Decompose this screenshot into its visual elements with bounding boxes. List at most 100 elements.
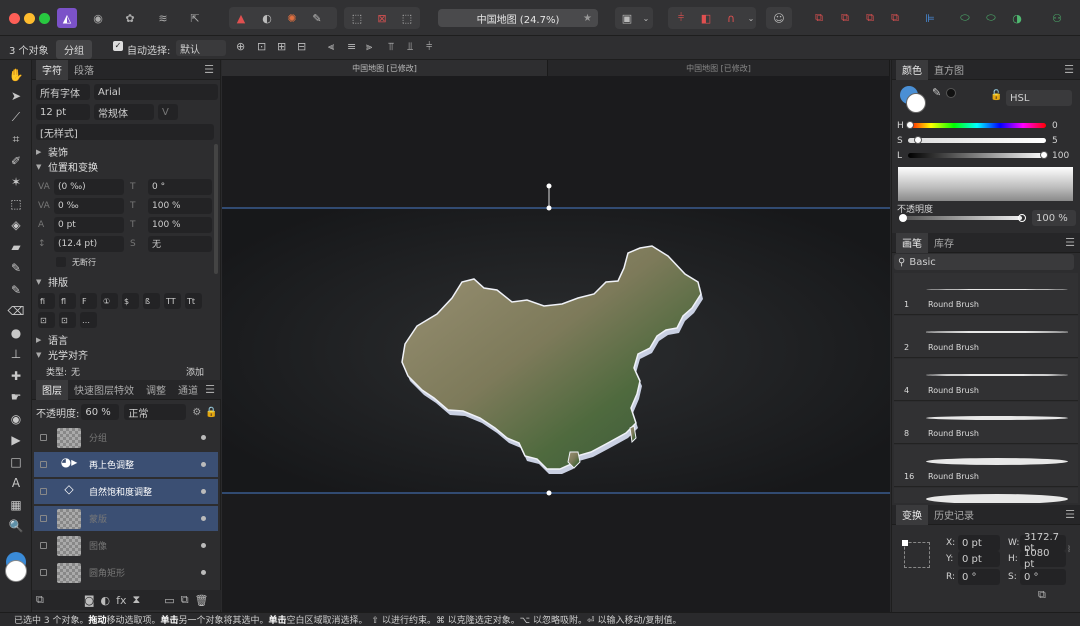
vertical-scale-field[interactable]: 100 % xyxy=(148,216,212,233)
auto-select-dropdown[interactable]: 默认 xyxy=(176,40,226,56)
transform-options-icon[interactable]: ⧉ xyxy=(1038,588,1046,602)
typo-more-button[interactable]: … xyxy=(80,312,97,328)
minimize-window-button[interactable] xyxy=(24,13,35,24)
alignment-icon[interactable]: ⊫ xyxy=(920,8,940,28)
auto-select-checkbox[interactable]: ✓ xyxy=(113,41,123,51)
baseline-field[interactable]: 0 pt xyxy=(54,216,124,233)
color-opacity-knob[interactable] xyxy=(1018,214,1026,222)
brush-item[interactable]: 8 Round Brush xyxy=(894,402,1078,444)
document-title[interactable]: 中国地图 (24.7%) ★ xyxy=(438,9,598,27)
boolean-subtract-icon[interactable]: ⬭ xyxy=(981,8,1001,28)
leading-field[interactable]: (12.4 pt) xyxy=(54,235,124,252)
typo-button-eszett[interactable]: ß xyxy=(143,293,160,309)
tab-layers[interactable]: 图层 xyxy=(36,379,68,400)
typo-button-f[interactable]: F xyxy=(80,293,97,309)
brush-category-dropdown[interactable]: ⚲ Basic xyxy=(894,254,1074,270)
layer-settings-icon[interactable]: ⧉ xyxy=(36,593,44,607)
hue-slider-knob[interactable] xyxy=(906,121,914,129)
tab-channels[interactable]: 通道 xyxy=(172,380,204,400)
tab-paragraph[interactable]: 段落 xyxy=(68,60,100,80)
color-picker-tool-icon[interactable]: ⟋ xyxy=(0,107,32,129)
layer-opacity-field[interactable]: 60 % xyxy=(81,404,120,420)
transform-origin-icon[interactable]: ⊕ xyxy=(236,40,245,53)
section-language[interactable]: ▶ 语言 xyxy=(32,332,210,348)
shear-field[interactable]: 0 ° xyxy=(1020,569,1066,585)
layer-visibility-checkbox[interactable] xyxy=(40,542,47,549)
tab-quick-fx[interactable]: 快速图层特效 xyxy=(68,380,140,400)
rectangle-tool-icon[interactable]: □ xyxy=(0,451,32,473)
top-resize-handle[interactable] xyxy=(546,205,552,211)
duplicate-layer-icon[interactable]: ⧉ xyxy=(181,593,189,607)
arrange-back-icon[interactable]: ⧉ xyxy=(809,8,829,28)
anchor-point-selector[interactable] xyxy=(902,540,930,568)
lock-icon[interactable]: 🔓 xyxy=(990,90,1002,101)
marquee-icon[interactable]: ⬚ xyxy=(347,8,367,28)
document-tab-active[interactable]: 中国地图 [已修改] xyxy=(222,60,548,76)
color-wheel-icon[interactable]: ✺ xyxy=(282,8,302,28)
layer-visibility-dot[interactable] xyxy=(201,462,206,467)
section-optical-align[interactable]: ▼ 光学对齐 xyxy=(32,347,210,363)
align-icon[interactable]: ⫩ xyxy=(671,8,691,28)
marquee-tool-icon[interactable]: ⬚ xyxy=(0,193,32,215)
blend-mode-dropdown[interactable]: 正常 xyxy=(124,404,187,420)
saturation-value[interactable]: 5 xyxy=(1052,136,1058,146)
canvas-area[interactable]: 中国地图 [已修改] 中国地图 [已修改] xyxy=(222,60,890,612)
layer-visibility-dot[interactable] xyxy=(201,435,206,440)
color-opacity-slider[interactable] xyxy=(904,216,1022,220)
mesh-tool-icon[interactable]: ▦ xyxy=(0,494,32,516)
contrast-icon[interactable]: ◐ xyxy=(257,8,277,28)
panel-menu-icon[interactable]: ☰ xyxy=(204,63,214,76)
deselect-icon[interactable]: ⊠ xyxy=(372,8,392,28)
layer-visibility-dot[interactable] xyxy=(201,570,206,575)
arrange-front-icon[interactable]: ⧉ xyxy=(885,8,905,28)
boolean-add-icon[interactable]: ⬭ xyxy=(955,8,975,28)
hue-value[interactable]: 0 xyxy=(1052,121,1058,131)
rotation-handle[interactable] xyxy=(546,183,552,189)
magic-wand-tool-icon[interactable]: ✶ xyxy=(0,172,32,194)
paint-brush-tool-icon[interactable]: ✎ xyxy=(0,258,32,280)
tab-history[interactable]: 历史记录 xyxy=(928,505,980,525)
text-tool-icon[interactable]: A xyxy=(0,473,32,495)
red-eye-tool-icon[interactable]: ◉ xyxy=(0,408,32,430)
develop-persona-icon[interactable]: ≋ xyxy=(153,8,173,28)
auto-fix-icon[interactable]: ✎ xyxy=(307,8,327,28)
panel-menu-icon[interactable]: ☰ xyxy=(1065,236,1075,249)
align-left-icon[interactable]: ⫷ xyxy=(328,40,334,54)
arrange-backward-icon[interactable]: ⧉ xyxy=(835,8,855,28)
bounding-box-icon[interactable]: ⊡ xyxy=(257,40,266,53)
dodge-tool-icon[interactable]: ● xyxy=(0,322,32,344)
tab-character[interactable]: 字符 xyxy=(36,59,68,80)
layer-row[interactable]: 蒙版 xyxy=(34,506,218,531)
typo-button-circled[interactable]: ① xyxy=(101,293,118,309)
lock-icon[interactable]: 🔒 xyxy=(205,407,217,418)
link-proportions-icon[interactable]: ⧘ xyxy=(1068,544,1070,555)
layer-row[interactable]: ◕▸ 再上色调整 xyxy=(34,452,218,477)
layer-row[interactable]: 分组 xyxy=(34,425,218,450)
liquify-persona-icon[interactable]: ✿ xyxy=(120,8,140,28)
layer-visibility-checkbox[interactable] xyxy=(40,515,47,522)
snapping-magnet-icon[interactable]: ∩ xyxy=(721,8,741,28)
selection-box-icon[interactable]: ⊞ xyxy=(277,40,286,53)
adjustment-icon[interactable]: ◐ xyxy=(101,594,111,607)
pixel-tool-icon[interactable]: ✎ xyxy=(0,279,32,301)
panel-menu-icon[interactable]: ☰ xyxy=(1064,63,1074,76)
font-family-dropdown[interactable]: Arial xyxy=(94,84,218,100)
tracking-field[interactable]: 0 ‰ xyxy=(54,197,124,214)
mask-layer-icon[interactable]: ◙ xyxy=(84,594,95,607)
crop-tool-icon[interactable]: ⌗ xyxy=(0,129,32,151)
maximize-window-button[interactable] xyxy=(39,13,50,24)
pen-tool-icon[interactable]: ▶ xyxy=(0,430,32,452)
export-persona-icon[interactable]: ⇱ xyxy=(185,8,205,28)
typo-button-caps[interactable]: TT xyxy=(164,293,181,309)
layer-visibility-checkbox[interactable] xyxy=(40,461,47,468)
invert-selection-icon[interactable]: ⬚ xyxy=(397,8,417,28)
color-opacity-field[interactable]: 100 % xyxy=(1032,210,1076,226)
no-break-checkbox[interactable] xyxy=(56,257,66,267)
selection-brush-tool-icon[interactable]: ✐ xyxy=(0,150,32,172)
clone-tool-icon[interactable]: ⊥ xyxy=(0,344,32,366)
user-account-icon[interactable]: ⚇ xyxy=(1047,8,1067,28)
character-panel-scrollbar[interactable] xyxy=(214,144,218,274)
layer-row[interactable]: ◇ 自然饱和度调整 xyxy=(34,479,218,504)
fill-color-swatch[interactable] xyxy=(906,93,926,113)
align-top-icon[interactable]: ⫪ xyxy=(388,40,394,54)
